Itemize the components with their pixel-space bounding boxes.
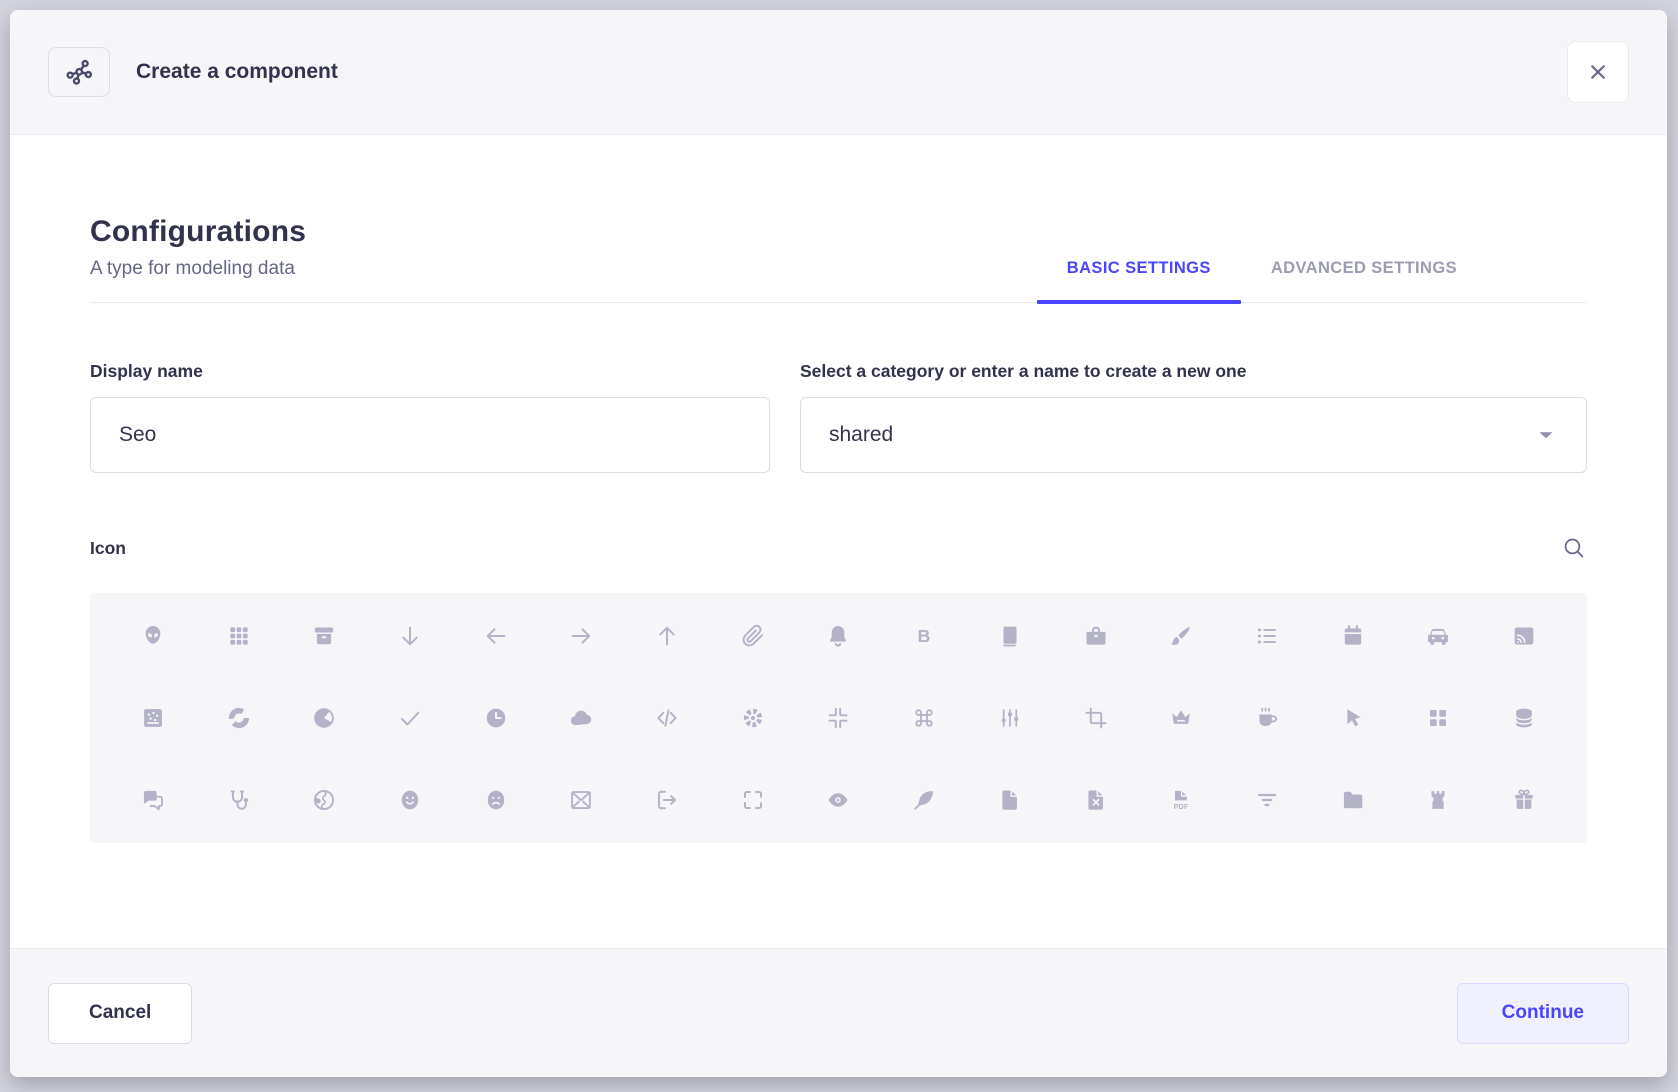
form-grid: Display name Select a category or enter … — [90, 361, 1587, 473]
component-icon — [48, 47, 110, 97]
chart-circle-icon[interactable] — [196, 677, 282, 759]
briefcase-icon[interactable] — [1053, 595, 1139, 677]
svg-text:PDF: PDF — [1174, 802, 1189, 811]
envelop-icon[interactable] — [539, 759, 625, 841]
arrow-down-icon[interactable] — [367, 595, 453, 677]
file-icon[interactable] — [967, 759, 1053, 841]
search-icon-button[interactable] — [1561, 535, 1587, 561]
command-icon[interactable] — [881, 677, 967, 759]
icon-picker-head: Icon — [90, 535, 1587, 561]
discuss-icon[interactable] — [110, 759, 196, 841]
chart-pie-icon[interactable] — [281, 677, 367, 759]
category-label: Select a category or enter a name to cre… — [800, 361, 1587, 382]
bell-icon[interactable] — [796, 595, 882, 677]
dashboard-icon[interactable] — [1396, 677, 1482, 759]
cursor-icon[interactable] — [1310, 677, 1396, 759]
chart-bubble-icon[interactable] — [110, 677, 196, 759]
alien-icon[interactable] — [110, 595, 196, 677]
exit-icon[interactable] — [624, 759, 710, 841]
modal-footer: Cancel Continue — [10, 948, 1667, 1077]
category-value: shared — [829, 423, 893, 447]
tab-advanced-settings[interactable]: ADVANCED SETTINGS — [1241, 259, 1487, 302]
chevron-down-icon — [1534, 423, 1558, 447]
cup-icon[interactable] — [1224, 677, 1310, 759]
expand-icon[interactable] — [710, 759, 796, 841]
close-button[interactable] — [1567, 41, 1629, 103]
archive-icon[interactable] — [281, 595, 367, 677]
cancel-button[interactable]: Cancel — [48, 983, 192, 1044]
section-head: Configurations A type for modeling data … — [90, 215, 1587, 303]
file-error-icon[interactable] — [1053, 759, 1139, 841]
icon-grid-row: PDF — [110, 759, 1567, 841]
section-heading: Configurations A type for modeling data — [90, 215, 306, 302]
modal-header: Create a component — [10, 10, 1667, 135]
crown-icon[interactable] — [1138, 677, 1224, 759]
calendar-icon[interactable] — [1310, 595, 1396, 677]
create-component-modal: Create a component Configurations A type… — [10, 10, 1667, 1077]
attachment-icon[interactable] — [710, 595, 796, 677]
apps-icon[interactable] — [196, 595, 282, 677]
gift-icon[interactable] — [1481, 759, 1567, 841]
bold-icon[interactable]: B — [881, 595, 967, 677]
cloud-icon[interactable] — [539, 677, 625, 759]
database-icon[interactable] — [1481, 677, 1567, 759]
brush-icon[interactable] — [1138, 595, 1224, 677]
arrow-left-icon[interactable] — [453, 595, 539, 677]
book-icon[interactable] — [967, 595, 1053, 677]
code-icon[interactable] — [624, 677, 710, 759]
display-name-group: Display name — [90, 361, 770, 473]
icon-grid-row — [110, 677, 1567, 759]
icon-label: Icon — [90, 538, 126, 559]
category-group: Select a category or enter a name to cre… — [800, 361, 1587, 473]
car-icon[interactable] — [1396, 595, 1482, 677]
eye-icon[interactable] — [796, 759, 882, 841]
feather-icon[interactable] — [881, 759, 967, 841]
earth-icon[interactable] — [281, 759, 367, 841]
display-name-label: Display name — [90, 361, 770, 382]
clock-icon[interactable] — [453, 677, 539, 759]
tab-basic-settings[interactable]: BASIC SETTINGS — [1037, 259, 1241, 302]
page-subtitle: A type for modeling data — [90, 258, 306, 280]
check-icon[interactable] — [367, 677, 453, 759]
modal-title: Create a component — [136, 60, 338, 84]
emotion-unhappy-icon[interactable] — [453, 759, 539, 841]
collapse-icon[interactable] — [796, 677, 882, 759]
gate-icon[interactable] — [1396, 759, 1482, 841]
arrow-up-icon[interactable] — [624, 595, 710, 677]
page-title: Configurations — [90, 215, 306, 249]
bullet-list-icon[interactable] — [1224, 595, 1310, 677]
modal-body: Configurations A type for modeling data … — [10, 135, 1667, 948]
icon-grid: B PDF — [90, 593, 1587, 843]
filter-icon[interactable] — [1224, 759, 1310, 841]
connector-icon[interactable] — [967, 677, 1053, 759]
tabs: BASIC SETTINGSADVANCED SETTINGS — [1037, 259, 1487, 302]
crop-icon[interactable] — [1053, 677, 1139, 759]
icon-grid-row: B — [110, 595, 1567, 677]
display-name-input[interactable] — [90, 397, 770, 473]
category-select[interactable]: shared — [800, 397, 1587, 473]
cog-icon[interactable] — [710, 677, 796, 759]
search-icon — [1561, 535, 1587, 561]
svg-text:B: B — [918, 626, 931, 646]
file-pdf-icon[interactable]: PDF — [1138, 759, 1224, 841]
close-icon — [1586, 60, 1610, 84]
arrow-right-icon[interactable] — [539, 595, 625, 677]
doctor-icon[interactable] — [196, 759, 282, 841]
cast-icon[interactable] — [1481, 595, 1567, 677]
emotion-happy-icon[interactable] — [367, 759, 453, 841]
continue-button[interactable]: Continue — [1457, 983, 1629, 1044]
folder-icon[interactable] — [1310, 759, 1396, 841]
